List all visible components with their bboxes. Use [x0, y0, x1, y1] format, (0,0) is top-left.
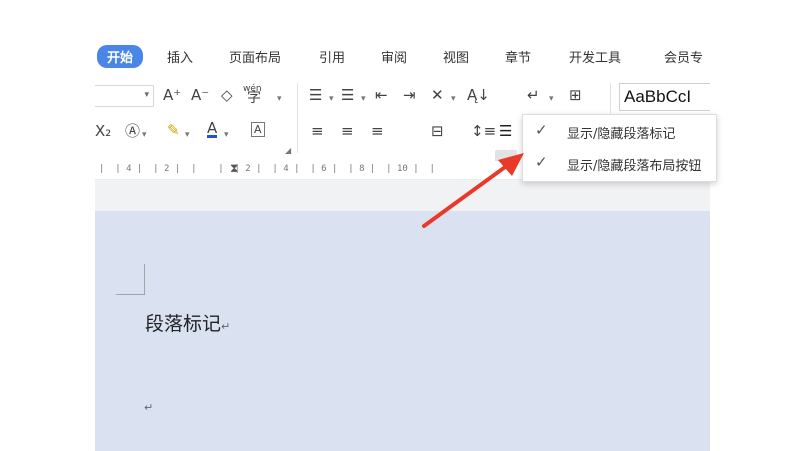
annotation-arrow-icon [422, 153, 524, 228]
